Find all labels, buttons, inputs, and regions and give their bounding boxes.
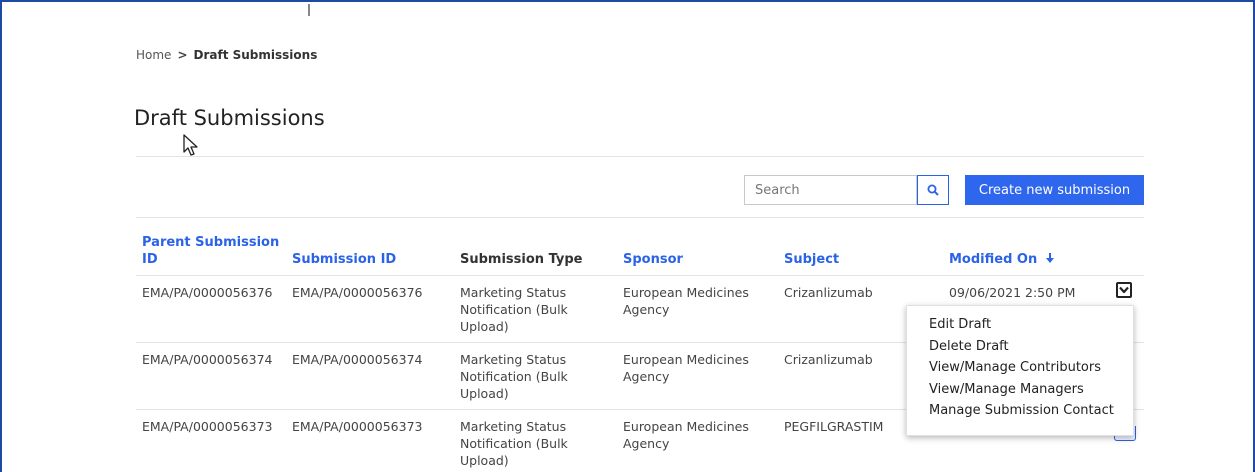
- table-cell-type: Marketing Status Notification (Bulk Uplo…: [460, 351, 568, 402]
- divider: [308, 4, 310, 16]
- menu-item-manage-managers[interactable]: View/Manage Managers: [907, 379, 1133, 401]
- column-header-modified-on[interactable]: Modified On: [949, 251, 1055, 268]
- search-icon: [927, 184, 939, 196]
- page-title: Draft Submissions: [134, 106, 325, 130]
- table-cell-parent-id: EMA/PA/0000056376: [142, 285, 273, 300]
- mouse-cursor-icon: [183, 134, 198, 156]
- search-button[interactable]: [917, 175, 949, 205]
- divider: [136, 217, 1144, 218]
- table-cell-subject: Crizanlizumab: [784, 352, 873, 367]
- sponsor-line: Agency: [623, 436, 670, 451]
- type-line: Upload): [460, 319, 509, 334]
- row-actions-button[interactable]: [1116, 282, 1132, 298]
- menu-item-edit-draft[interactable]: Edit Draft: [907, 314, 1133, 336]
- column-header-submission-type: Submission Type: [460, 252, 583, 267]
- table-cell-sponsor: European Medicines Agency: [623, 284, 749, 318]
- type-line: Upload): [460, 453, 509, 468]
- table-cell-parent-id: EMA/PA/0000056373: [142, 419, 273, 434]
- sponsor-line: European Medicines: [623, 352, 749, 367]
- column-header-subject[interactable]: Subject: [784, 251, 839, 268]
- table-cell-sponsor: European Medicines Agency: [623, 418, 749, 452]
- table-cell-parent-id: EMA/PA/0000056374: [142, 352, 273, 367]
- table-cell-modified: 09/06/2021 2:50 PM: [949, 285, 1076, 300]
- arrow-down-icon: [1045, 253, 1054, 263]
- type-line: Upload): [460, 386, 509, 401]
- sponsor-line: European Medicines: [623, 419, 749, 434]
- table-cell-type: Marketing Status Notification (Bulk Uplo…: [460, 284, 568, 335]
- type-line: Notification (Bulk: [460, 369, 568, 384]
- row-divider: [136, 275, 1144, 276]
- sponsor-line: Agency: [623, 369, 670, 384]
- divider: [136, 156, 1144, 157]
- create-submission-button[interactable]: Create new submission: [965, 175, 1144, 205]
- sponsor-line: Agency: [623, 302, 670, 317]
- breadcrumb-separator: >: [177, 48, 188, 62]
- table-cell-type: Marketing Status Notification (Bulk Uplo…: [460, 418, 568, 469]
- table-cell-subject: PEGFILGRASTIM: [784, 419, 884, 434]
- row-actions-menu: Edit Draft Delete Draft View/Manage Cont…: [906, 305, 1134, 436]
- type-line: Marketing Status: [460, 419, 567, 434]
- column-header-submission-id[interactable]: Submission ID: [292, 251, 396, 268]
- chevron-down-icon: [1119, 286, 1129, 294]
- type-line: Marketing Status: [460, 285, 567, 300]
- menu-item-delete-draft[interactable]: Delete Draft: [907, 336, 1133, 358]
- menu-item-manage-contact[interactable]: Manage Submission Contact: [907, 400, 1133, 422]
- column-header-parent-id[interactable]: Parent Submission ID: [142, 234, 282, 268]
- app-frame: Home > Draft Submissions Draft Submissions…: [0, 0, 1255, 472]
- table-cell-submission-id[interactable]: EMA/PA/0000056373: [292, 418, 422, 435]
- breadcrumb: Home > Draft Submissions: [136, 48, 317, 62]
- column-header-sponsor[interactable]: Sponsor: [623, 251, 683, 268]
- type-line: Notification (Bulk: [460, 302, 568, 317]
- sponsor-line: European Medicines: [623, 285, 749, 300]
- breadcrumb-current: Draft Submissions: [193, 48, 318, 62]
- column-header-modified-label: Modified On: [949, 252, 1038, 267]
- search-input[interactable]: [744, 175, 917, 205]
- menu-item-manage-contributors[interactable]: View/Manage Contributors: [907, 357, 1133, 379]
- breadcrumb-home[interactable]: Home: [136, 48, 171, 62]
- type-line: Notification (Bulk: [460, 436, 568, 451]
- table-cell-subject: Crizanlizumab: [784, 285, 873, 300]
- table-cell-submission-id[interactable]: EMA/PA/0000056376: [292, 284, 422, 301]
- table-cell-submission-id[interactable]: EMA/PA/0000056374: [292, 351, 422, 368]
- type-line: Marketing Status: [460, 352, 567, 367]
- table-cell-sponsor: European Medicines Agency: [623, 351, 749, 385]
